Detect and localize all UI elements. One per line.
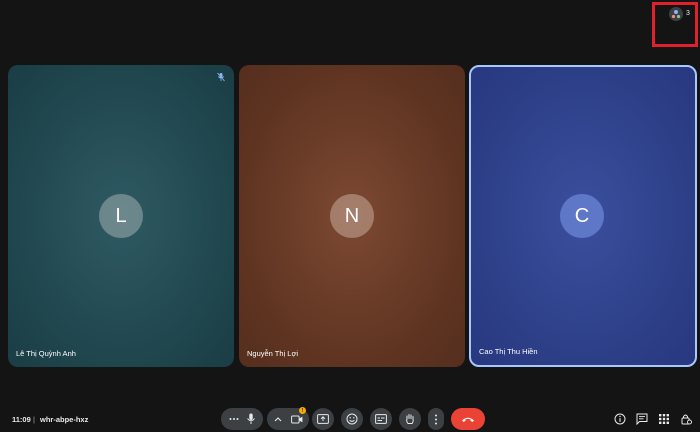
ellipsis-icon[interactable]	[229, 417, 239, 421]
mic-off-icon	[216, 72, 226, 82]
chat-icon[interactable]	[636, 413, 648, 425]
activities-icon[interactable]	[658, 413, 670, 425]
chevron-up-icon[interactable]	[274, 416, 282, 422]
captions-icon	[375, 414, 387, 424]
camera-warning-badge: !	[299, 407, 306, 414]
participant-name: Nguyễn Thị Lợi	[247, 349, 299, 358]
hand-icon	[404, 413, 416, 425]
participant-count: 3	[686, 10, 690, 17]
more-vert-icon	[434, 414, 438, 425]
end-call-icon	[461, 416, 475, 423]
host-controls-icon[interactable]	[680, 413, 692, 425]
captions-button[interactable]	[370, 408, 392, 430]
participants-mini-icon[interactable]	[669, 7, 683, 21]
end-call-button[interactable]	[451, 408, 485, 430]
emoji-icon	[346, 413, 358, 425]
bottom-control-bar: 11:09 | whr-abpe-hxz !	[0, 405, 700, 432]
avatar: C	[560, 194, 604, 238]
more-options-button[interactable]	[428, 408, 444, 430]
reactions-button[interactable]	[341, 408, 363, 430]
meeting-time: 11:09	[12, 415, 31, 424]
audio-control-group	[221, 408, 263, 430]
present-screen-icon	[317, 414, 329, 424]
participant-name: Lê Thị Quỳnh Anh	[16, 349, 76, 358]
info-icon[interactable]	[614, 413, 626, 425]
separator: |	[33, 415, 35, 424]
participant-tile[interactable]: L Lê Thị Quỳnh Anh	[8, 65, 234, 367]
meeting-code[interactable]: whr-abpe-hxz	[40, 415, 88, 424]
microphone-icon[interactable]	[246, 413, 256, 425]
raise-hand-button[interactable]	[399, 408, 421, 430]
participant-tile[interactable]: N Nguyễn Thị Lợi	[239, 65, 465, 367]
avatar: N	[330, 194, 374, 238]
present-button[interactable]	[312, 408, 334, 430]
participant-tile-active-speaker[interactable]: C Cao Thị Thu Hiền	[469, 65, 697, 367]
avatar: L	[99, 194, 143, 238]
participant-name: Cao Thị Thu Hiền	[479, 347, 538, 356]
camera-icon[interactable]	[290, 415, 303, 424]
